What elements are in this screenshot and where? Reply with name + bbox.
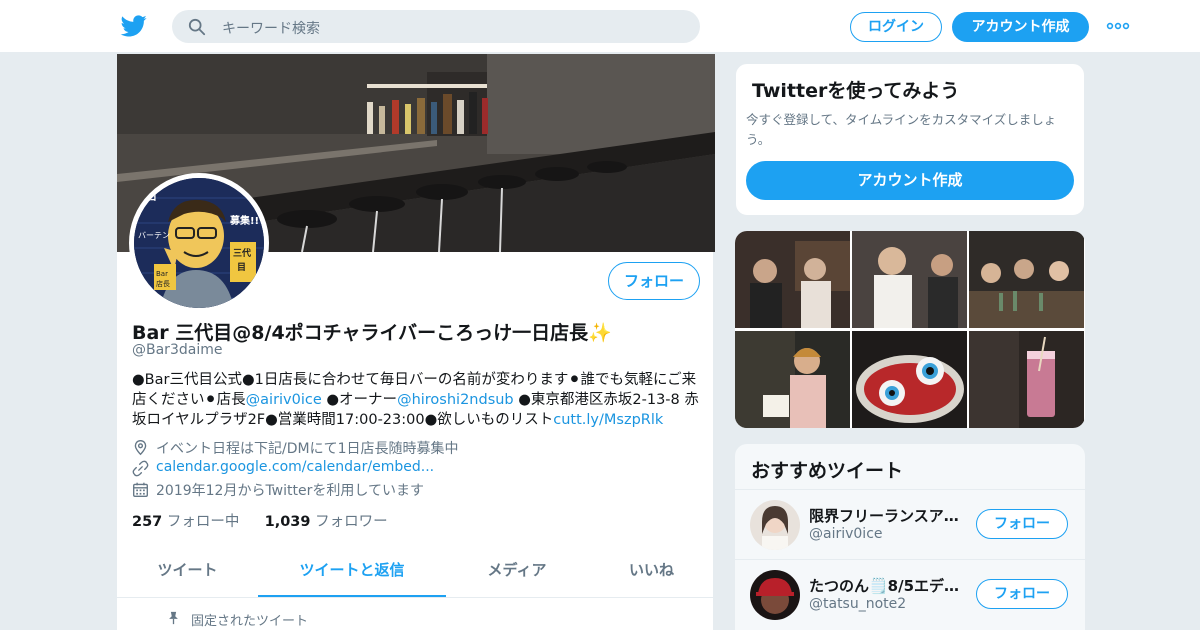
- pin-icon: [169, 611, 178, 625]
- signup-card-text: 今すぐ登録して、タイムラインをカスタマイズしましょう。: [746, 112, 1057, 147]
- svg-text:店長: 店長: [156, 279, 170, 288]
- media-grid: [735, 231, 1085, 428]
- recommended-user-name[interactable]: たつのん🗒️8/5エデ…: [809, 575, 964, 596]
- link-icon: [132, 460, 149, 477]
- profile-avatar[interactable]: 1日 バーテン 募集!! 三代 目 Bar 店長: [129, 173, 269, 313]
- followers-count: 1,039: [264, 514, 311, 530]
- location-pin-icon: [134, 440, 147, 456]
- followers-label: フォロワー: [315, 514, 388, 530]
- recommended-title: おすすめツイート: [751, 460, 904, 482]
- followers-stat[interactable]: 1,039 フォロワー: [265, 514, 388, 530]
- tab-media[interactable]: メディア: [446, 544, 588, 597]
- bio-url-link[interactable]: cutt.ly/MszpRlk: [553, 412, 663, 428]
- recommended-user-handle[interactable]: @tatsu_note2: [809, 596, 906, 612]
- profile-column: 1日 バーテン 募集!! 三代 目 Bar 店長 フォロー Bar 三代目@8/…: [116, 54, 715, 630]
- follow-button[interactable]: フォロー: [976, 509, 1068, 539]
- following-count: 257: [132, 514, 163, 530]
- profile-bio: ●Bar三代目公式●1日店長に合わせて毎日バーの名前が変わります⚫誰でも気軽にご…: [132, 370, 702, 430]
- media-thumbnail[interactable]: [852, 331, 967, 428]
- search-icon: [188, 18, 206, 36]
- svg-text:Bar: Bar: [156, 270, 168, 278]
- pinned-text: 固定されたツイート: [191, 614, 309, 629]
- svg-text:バーテン: バーテン: [138, 231, 170, 240]
- bio-text: ●オーナー: [321, 392, 398, 408]
- profile-tabs: ツイート ツイートと返信 メディア いいね: [117, 544, 715, 598]
- top-navigation-bar: キーワード検索 ログイン アカウント作成: [0, 0, 1200, 53]
- tab-tweets[interactable]: ツイート: [117, 544, 258, 597]
- signup-button[interactable]: アカウント作成: [952, 12, 1089, 42]
- media-thumbnail[interactable]: [969, 331, 1084, 428]
- search-box[interactable]: キーワード検索: [172, 10, 700, 43]
- signup-card: Twitterを使ってみよう 今すぐ登録して、タイムラインをカスタマイズしましょ…: [735, 63, 1085, 216]
- recommended-user-name[interactable]: 限界フリーランスア…: [809, 505, 964, 526]
- svg-text:三代: 三代: [233, 247, 251, 259]
- media-thumbnail[interactable]: [735, 331, 850, 428]
- follow-button[interactable]: フォロー: [976, 579, 1068, 609]
- follow-button[interactable]: フォロー: [608, 262, 700, 300]
- recommended-user-handle[interactable]: @airiv0ice: [809, 526, 883, 542]
- location-text: イベント日程は下記/DMにて1日店長随時募集中: [156, 441, 459, 457]
- calendar-icon: [133, 482, 148, 497]
- profile-handle[interactable]: @Bar3daime: [132, 342, 222, 358]
- twitter-bird-icon[interactable]: [120, 13, 148, 39]
- svg-text:募集!!: 募集!!: [229, 214, 259, 227]
- more-dots-icon[interactable]: [1106, 21, 1130, 31]
- profile-stats: 257 フォロー中 1,039 フォロワー: [132, 510, 388, 531]
- following-label: フォロー中: [166, 514, 240, 530]
- joined-text: 2019年12月からTwitterを利用しています: [156, 483, 424, 499]
- media-thumbnail[interactable]: [969, 231, 1084, 328]
- profile-name: Bar 三代目@8/4ポコチャライバーころっけ一日店長✨: [132, 322, 612, 344]
- avatar[interactable]: [750, 570, 800, 620]
- recommended-user[interactable]: 限界フリーランスア… @airiv0ice フォロー: [735, 489, 1085, 559]
- avatar[interactable]: [750, 500, 800, 550]
- login-button[interactable]: ログイン: [850, 12, 942, 42]
- profile-avatar-illustration: 1日 バーテン 募集!! 三代 目 Bar 店長: [134, 178, 264, 308]
- recommended-user[interactable]: たつのん🗒️8/5エデ… @tatsu_note2 フォロー: [735, 559, 1085, 629]
- tab-likes[interactable]: いいね: [588, 544, 715, 597]
- profile-url-link[interactable]: calendar.google.com/calendar/embed...: [156, 459, 434, 475]
- recommended-tweets: おすすめツイート 限界フリーランスア… @airiv0ice フォロー たつのん…: [735, 444, 1085, 630]
- bio-mention-link[interactable]: @hiroshi2ndsub: [397, 392, 514, 408]
- tab-tweets-and-replies[interactable]: ツイートと返信: [258, 544, 446, 597]
- signup-card-button[interactable]: アカウント作成: [746, 161, 1074, 200]
- search-input[interactable]: キーワード検索: [222, 18, 320, 38]
- media-thumbnail[interactable]: [852, 231, 967, 328]
- following-stat[interactable]: 257 フォロー中: [132, 514, 239, 530]
- svg-text:目: 目: [237, 262, 246, 273]
- media-thumbnail[interactable]: [735, 231, 850, 328]
- signup-card-title: Twitterを使ってみよう: [752, 80, 960, 102]
- bio-mention-link[interactable]: @airiv0ice: [246, 392, 322, 408]
